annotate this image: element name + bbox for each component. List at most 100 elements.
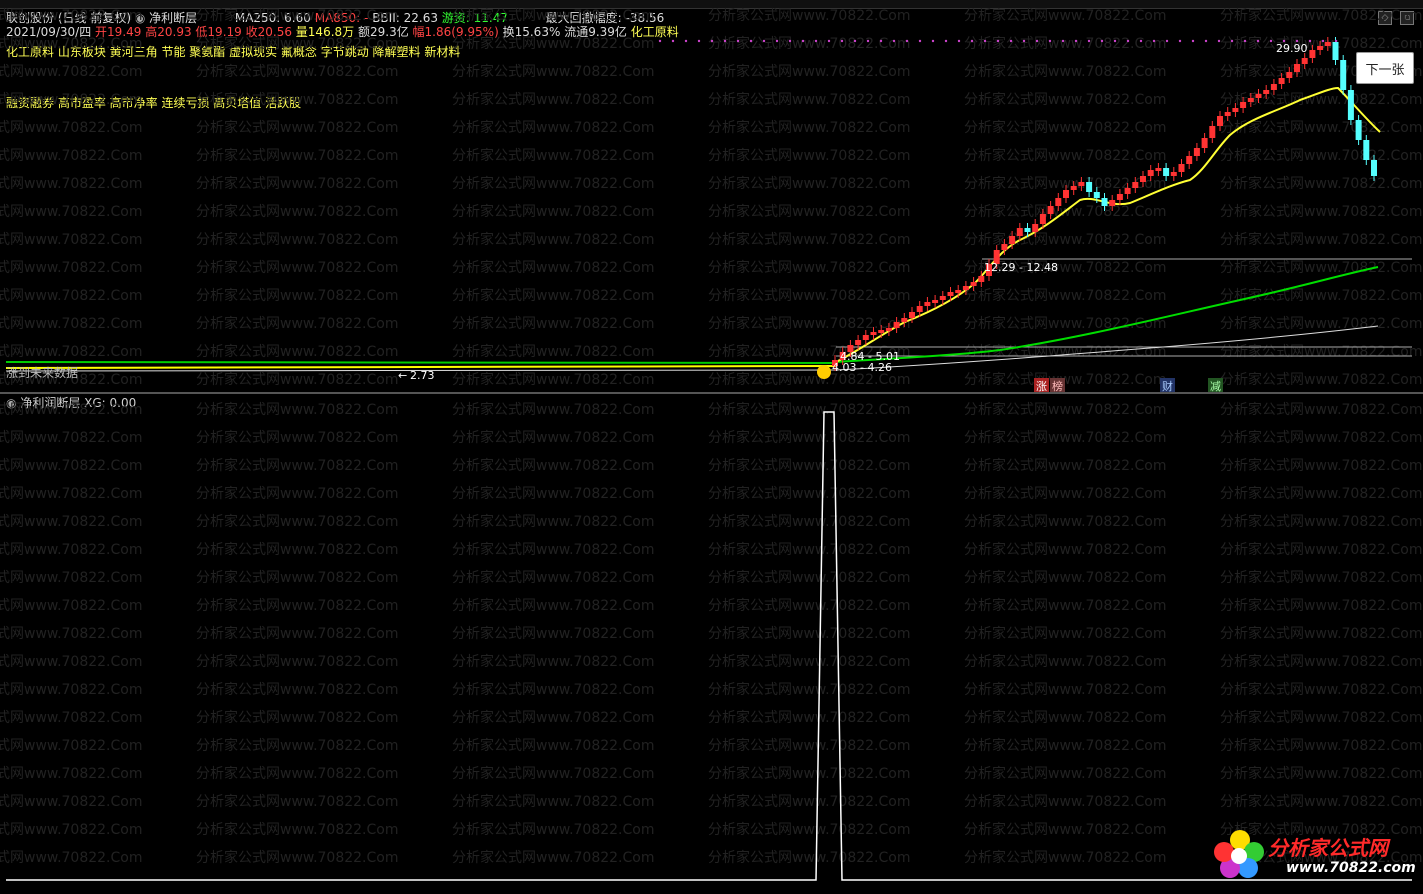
candle-body <box>1047 206 1054 214</box>
watermark-text: 分析家公式网www.70822.Com <box>452 315 654 332</box>
candle-body <box>1232 108 1239 112</box>
logo-url: www.70822.com <box>1286 860 1416 876</box>
watermark-text: 分析家公式网www.70822.Com <box>0 485 142 502</box>
watermark-text: 分析家公式网www.70822.Com <box>0 569 142 586</box>
watermark-text: 分析家公式网www.70822.Com <box>964 287 1166 304</box>
watermark-text: 分析家公式网www.70822.Com <box>0 625 142 642</box>
watermark-text: 分析家公式网www.70822.Com <box>708 597 910 614</box>
candle-body <box>1039 214 1046 224</box>
watermark-text: 分析家公式网www.70822.Com <box>708 793 910 810</box>
watermark-text: 分析家公式网www.70822.Com <box>0 681 142 698</box>
watermark-text: 分析家公式网www.70822.Com <box>196 681 398 698</box>
candle-body <box>955 290 962 293</box>
watermark-text: 分析家公式网www.70822.Com <box>708 63 910 80</box>
signal-dot <box>853 39 857 43</box>
signal-dot <box>905 39 909 43</box>
indicator-chart[interactable]: 分析家公式网www.70822.Com 分析家公式网www.70822.Com 分析… <box>0 394 1423 884</box>
signal-dot <box>931 39 935 43</box>
watermark-text: 分析家公式网www.70822.Com <box>452 63 654 80</box>
watermark-text: 分析家公式网www.70822.Com <box>708 203 910 220</box>
watermark-text: 分析家公式网www.70822.Com <box>1220 485 1422 502</box>
watermark-text: 分析家公式网www.70822.Com <box>964 765 1166 782</box>
candle-body <box>1270 84 1277 90</box>
signal-dot <box>762 39 766 43</box>
watermark-text: 分析家公式网www.70822.Com <box>708 737 910 754</box>
watermark-text: 分析家公式网www.70822.Com <box>0 429 142 446</box>
candle-body <box>1332 42 1339 60</box>
watermark-text: 分析家公式网www.70822.Com <box>196 175 398 192</box>
signal-dot <box>892 39 896 43</box>
watermark-text: 分析家公式网www.70822.Com <box>1220 681 1422 698</box>
watermark-text: 分析家公式网www.70822.Com <box>196 91 398 108</box>
watermark-text: 分析家公式网www.70822.Com <box>1220 287 1422 304</box>
range-low-label: 4.03 - 4.26 <box>832 361 892 374</box>
watermark-text: 分析家公式网www.70822.Com <box>964 597 1166 614</box>
low-arrow-icon: ← <box>398 369 407 382</box>
watermark-text: 分析家公式网www.70822.Com <box>1220 259 1422 276</box>
watermark-text: 分析家公式网www.70822.Com <box>196 709 398 726</box>
watermark-text: 分析家公式网www.70822.Com <box>708 653 910 670</box>
watermark-text: 分析家公式网www.70822.Com <box>452 625 654 642</box>
signal-dot <box>1100 39 1104 43</box>
watermark-text: 分析家公式网www.70822.Com <box>1220 175 1422 192</box>
candle-body <box>1301 58 1308 64</box>
watermark-text: 分析家公式网www.70822.Com <box>452 203 654 220</box>
watermark-text: 分析家公式网www.70822.Com <box>964 569 1166 586</box>
watermark-text: 分析家公式网www.70822.Com <box>452 429 654 446</box>
watermark-text: 分析家公式网www.70822.Com <box>708 681 910 698</box>
candle-body <box>1209 126 1216 138</box>
watermark-text: 分析家公式网www.70822.Com <box>196 203 398 220</box>
watermark-text: 分析家公式网www.70822.Com <box>1220 7 1422 24</box>
watermark-text: 分析家公式网www.70822.Com <box>196 63 398 80</box>
watermark-text: 分析家公式网www.70822.Com <box>196 737 398 754</box>
candle-body <box>1155 168 1162 171</box>
watermark-text: 分析家公式网www.70822.Com <box>708 569 910 586</box>
watermark-text: 分析家公式网www.70822.Com <box>452 231 654 248</box>
watermark-text: 分析家公式网www.70822.Com <box>452 119 654 136</box>
candle-body <box>1024 228 1031 232</box>
watermark-text: 分析家公式网www.70822.Com <box>964 681 1166 698</box>
watermark-text: 分析家公式网www.70822.Com <box>1220 765 1422 782</box>
candle-body <box>1032 224 1039 232</box>
candle-body <box>939 296 946 300</box>
signal-dot <box>1217 39 1221 43</box>
watermark-text: 分析家公式网www.70822.Com <box>708 231 910 248</box>
watermark-text: 分析家公式网www.70822.Com <box>0 541 142 558</box>
candle-body <box>1224 112 1231 116</box>
signal-dot <box>1165 39 1169 43</box>
next-page-button[interactable]: 下一张 <box>1356 52 1414 84</box>
candle-body <box>932 300 939 303</box>
candle-body <box>1124 188 1131 194</box>
watermark-text: 分析家公式网www.70822.Com <box>708 175 910 192</box>
watermark-text: 分析家公式网www.70822.Com <box>0 259 142 276</box>
watermark-text: 分析家公式网www.70822.Com <box>1220 457 1422 474</box>
watermark-text: 分析家公式网www.70822.Com <box>196 315 398 332</box>
candle-body <box>1247 98 1254 102</box>
watermark-text: 分析家公式网www.70822.Com <box>1220 231 1422 248</box>
watermark-text: 分析家公式网www.70822.Com <box>964 485 1166 502</box>
signal-dot <box>1295 39 1299 43</box>
watermark-text: 分析家公式网www.70822.Com <box>452 597 654 614</box>
signal-dot <box>1035 39 1039 43</box>
watermark-text: 分析家公式网www.70822.Com <box>964 429 1166 446</box>
watermark-text: 分析家公式网www.70822.Com <box>0 849 142 866</box>
watermark-text: 分析家公式网www.70822.Com <box>452 35 654 52</box>
signal-dot <box>1178 39 1182 43</box>
candle-body <box>1178 164 1185 172</box>
watermark-text: 分析家公式网www.70822.Com <box>708 457 910 474</box>
signal-dot <box>1126 39 1130 43</box>
candle-body <box>1109 200 1116 206</box>
watermark-text: 分析家公式网www.70822.Com <box>0 203 142 220</box>
signal-dot <box>1022 39 1026 43</box>
watermark-text: 分析家公式网www.70822.Com <box>0 315 142 332</box>
watermark-text: 分析家公式网www.70822.Com <box>964 63 1166 80</box>
candle-body <box>1147 170 1154 176</box>
signal-face-icon <box>817 365 831 379</box>
candle-body <box>962 286 969 290</box>
watermark-text: 分析家公式网www.70822.Com <box>196 7 398 24</box>
watermark-text: 分析家公式网www.70822.Com <box>196 653 398 670</box>
watermark-text: 分析家公式网www.70822.Com <box>196 793 398 810</box>
watermark-layer: 分析家公式网www.70822.Com 分析家公式网www.70822.Com 分析… <box>0 7 1422 388</box>
main-kline-chart[interactable]: 分析家公式网www.70822.Com 分析家公式网www.70822.Com 分析… <box>0 0 1423 392</box>
watermark-text: 分析家公式网www.70822.Com <box>964 371 1166 388</box>
